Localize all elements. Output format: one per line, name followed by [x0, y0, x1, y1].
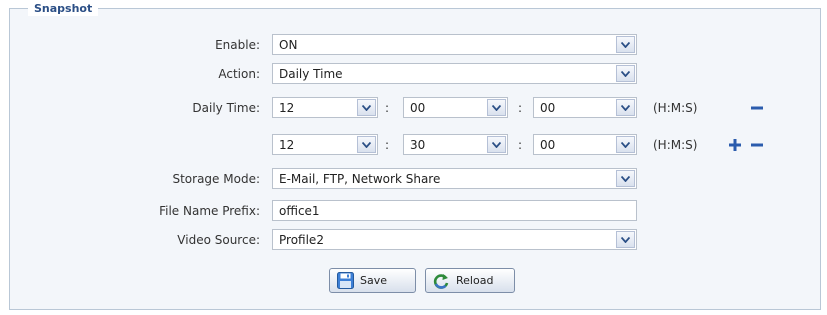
enable-select[interactable]: ON: [272, 34, 637, 55]
daily-time-1-minute-value: 00: [410, 101, 426, 115]
chevron-down-icon[interactable]: [616, 65, 635, 82]
file-name-prefix-label: File Name Prefix:: [159, 204, 260, 218]
floppy-disk-icon: [336, 272, 354, 290]
action-value: Daily Time: [279, 67, 343, 81]
daily-time-1-second-value: 00: [540, 101, 556, 115]
time-format-hint: (H:M:S): [653, 138, 698, 152]
chevron-down-icon[interactable]: [616, 136, 635, 153]
time-separator: :: [385, 138, 390, 152]
daily-time-1-second-select[interactable]: 00: [533, 97, 637, 118]
file-name-prefix-input[interactable]: office1: [272, 200, 637, 221]
video-source-value: Profile2: [279, 233, 324, 247]
save-button[interactable]: Save: [329, 268, 416, 293]
daily-time-2-second-value: 00: [540, 138, 556, 152]
time-format-hint: (H:M:S): [653, 101, 698, 115]
chevron-down-icon[interactable]: [616, 170, 635, 187]
daily-time-1-hour-select[interactable]: 12: [272, 97, 378, 118]
save-button-label: Save: [360, 274, 388, 287]
daily-time-label: Daily Time:: [192, 101, 260, 115]
reload-button[interactable]: Reload: [425, 268, 515, 293]
daily-time-2-hour-select[interactable]: 12: [272, 134, 378, 155]
refresh-icon: [432, 272, 450, 290]
daily-time-2-hour-value: 12: [279, 138, 295, 152]
time-separator: :: [518, 138, 523, 152]
chevron-down-icon[interactable]: [357, 99, 376, 116]
chevron-down-icon[interactable]: [487, 99, 506, 116]
plus-icon[interactable]: [728, 138, 742, 152]
video-source-label: Video Source:: [177, 233, 260, 247]
daily-time-1-minute-select[interactable]: 00: [403, 97, 508, 118]
time-separator: :: [385, 101, 390, 115]
chevron-down-icon[interactable]: [616, 36, 635, 53]
daily-time-2-minute-select[interactable]: 30: [403, 134, 508, 155]
minus-icon[interactable]: [750, 101, 764, 115]
storage-mode-select[interactable]: E-Mail, FTP, Network Share: [272, 168, 637, 189]
action-label: Action:: [218, 67, 260, 81]
time-separator: :: [518, 101, 523, 115]
action-select[interactable]: Daily Time: [272, 63, 637, 84]
file-name-prefix-value: office1: [279, 204, 320, 218]
reload-button-label: Reload: [456, 274, 494, 287]
minus-icon[interactable]: [750, 138, 764, 152]
enable-value: ON: [279, 38, 298, 52]
section-title: Snapshot: [28, 2, 99, 16]
enable-label: Enable:: [215, 38, 260, 52]
daily-time-1-hour-value: 12: [279, 101, 295, 115]
chevron-down-icon[interactable]: [616, 231, 635, 248]
video-source-select[interactable]: Profile2: [272, 229, 637, 250]
storage-mode-label: Storage Mode:: [172, 172, 260, 186]
daily-time-2-minute-value: 30: [410, 138, 426, 152]
daily-time-2-second-select[interactable]: 00: [533, 134, 637, 155]
storage-mode-value: E-Mail, FTP, Network Share: [279, 172, 441, 186]
chevron-down-icon[interactable]: [616, 99, 635, 116]
chevron-down-icon[interactable]: [357, 136, 376, 153]
chevron-down-icon[interactable]: [487, 136, 506, 153]
